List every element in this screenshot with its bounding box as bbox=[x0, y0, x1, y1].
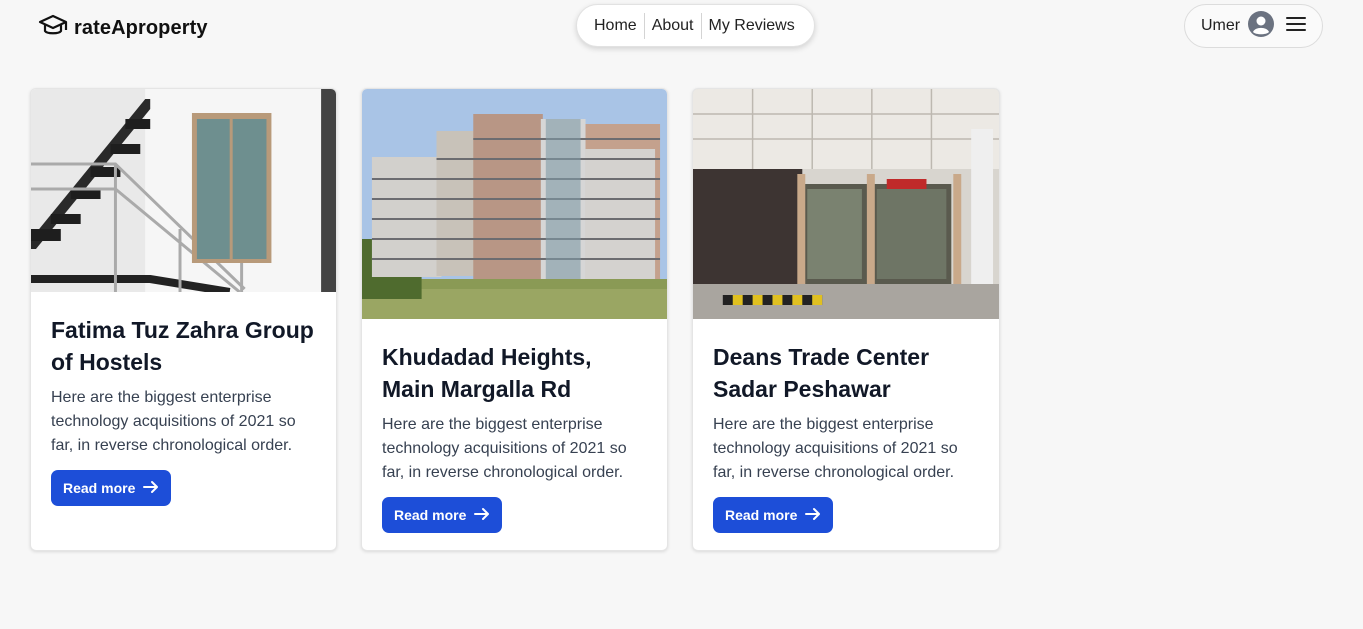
arrow-right-icon bbox=[143, 480, 159, 497]
read-more-button[interactable]: Read more bbox=[51, 470, 172, 506]
brand-logo[interactable]: rateAproperty bbox=[38, 12, 208, 45]
card-description: Here are the biggest enterprise technolo… bbox=[382, 416, 627, 481]
property-card: Fatima Tuz Zahra Group of Hostels Here a… bbox=[30, 88, 337, 551]
property-card: Khudadad Heights, Main Margalla Rd Here … bbox=[361, 88, 668, 551]
brand-name: rateAproperty bbox=[74, 17, 208, 39]
card-title: Deans Trade Center Sadar Peshawar bbox=[713, 344, 930, 402]
card-title: Khudadad Heights, Main Margalla Rd bbox=[382, 344, 592, 402]
user-avatar-icon bbox=[1248, 10, 1286, 42]
arrow-right-icon bbox=[805, 507, 821, 524]
hostel-staircase-image bbox=[31, 89, 336, 292]
trade-center-storefront-image bbox=[693, 89, 999, 319]
read-more-label: Read more bbox=[394, 507, 467, 523]
card-title: Fatima Tuz Zahra Group of Hostels bbox=[51, 317, 314, 375]
user-name: Umer bbox=[1201, 17, 1241, 34]
user-menu-button[interactable]: Umer bbox=[1184, 4, 1323, 48]
read-more-label: Read more bbox=[725, 507, 798, 523]
nav-my-reviews[interactable]: My Reviews bbox=[704, 17, 800, 35]
read-more-label: Read more bbox=[63, 480, 136, 496]
card-description: Here are the biggest enterprise technolo… bbox=[713, 416, 958, 481]
graduation-cap-icon bbox=[38, 12, 68, 45]
nav-divider bbox=[643, 12, 645, 39]
nav-divider bbox=[700, 12, 702, 39]
high-rise-building-image bbox=[362, 89, 667, 319]
nav-about[interactable]: About bbox=[647, 17, 699, 35]
nav-home[interactable]: Home bbox=[589, 17, 642, 35]
card-description: Here are the biggest enterprise technolo… bbox=[51, 389, 296, 454]
arrow-right-icon bbox=[474, 507, 490, 524]
read-more-button[interactable]: Read more bbox=[713, 497, 834, 533]
read-more-button[interactable]: Read more bbox=[382, 497, 503, 533]
property-card: Deans Trade Center Sadar Peshawar Here a… bbox=[692, 88, 1000, 551]
hamburger-menu-icon bbox=[1286, 16, 1307, 37]
main-nav: Home About My Reviews bbox=[576, 4, 815, 47]
